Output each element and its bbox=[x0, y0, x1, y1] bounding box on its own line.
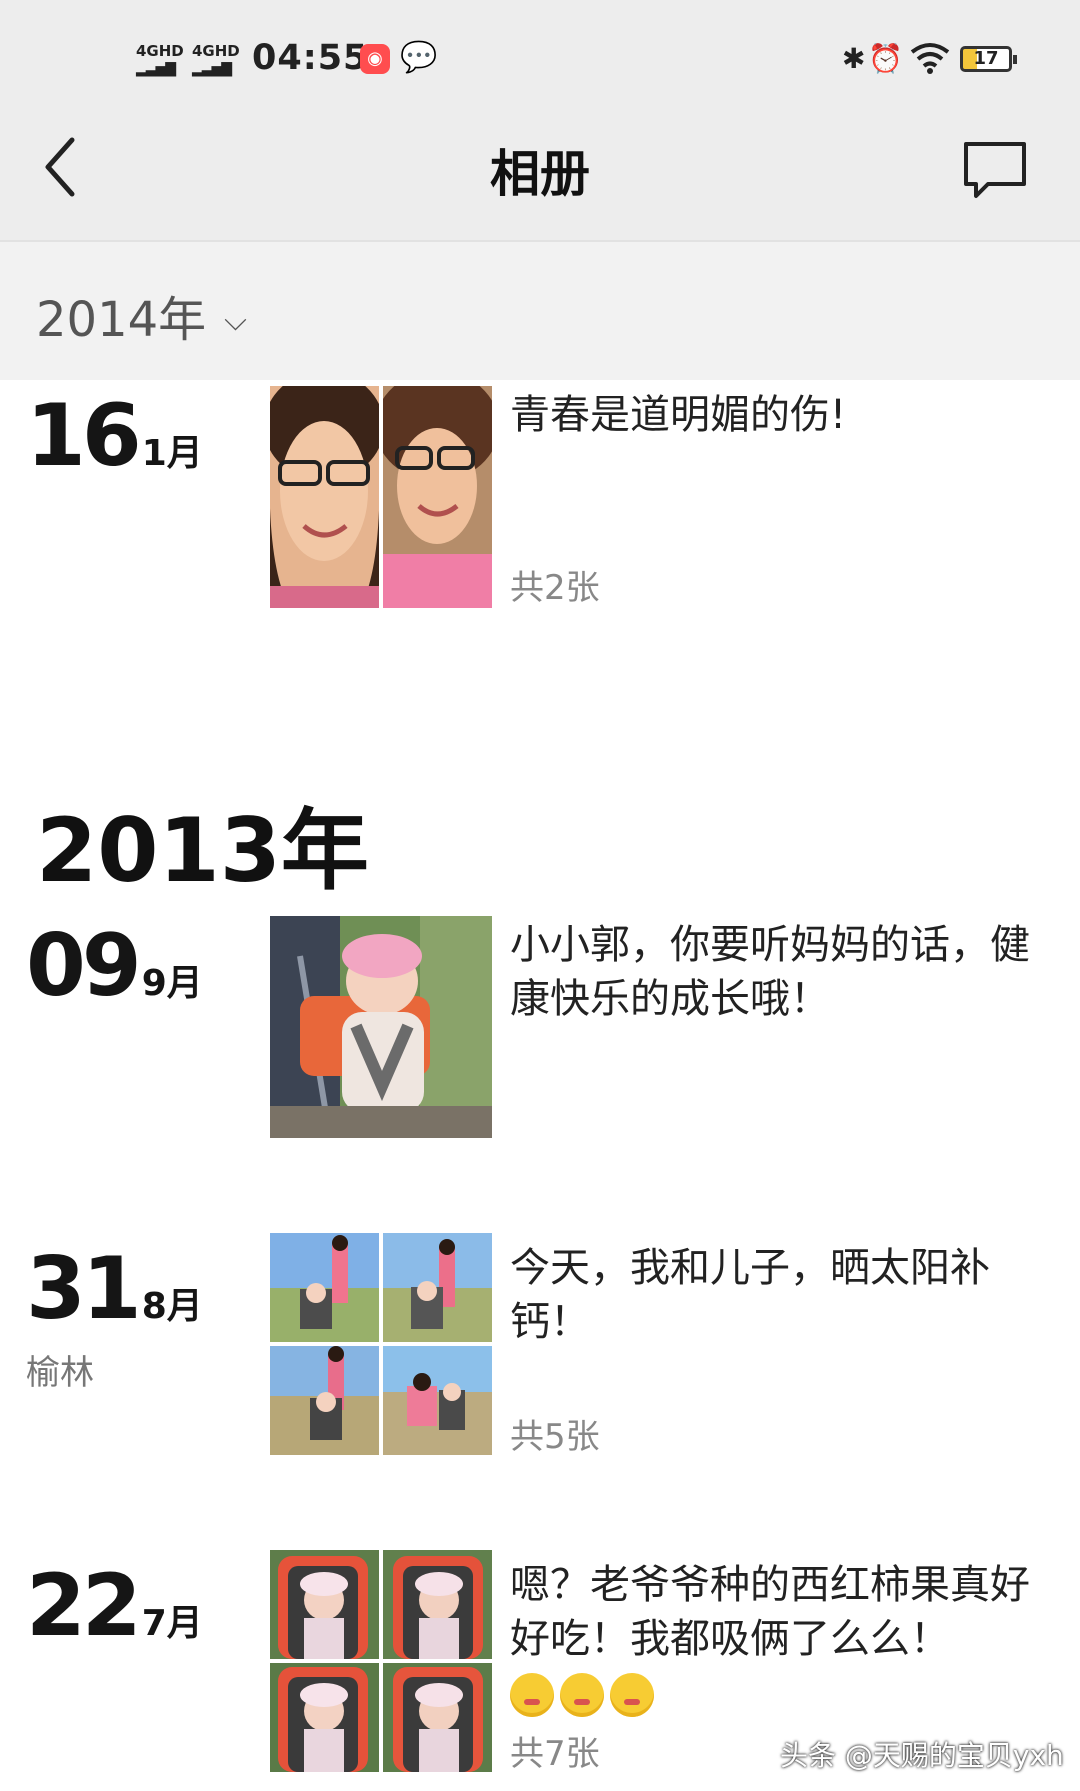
watermark: 头条 @天赐的宝贝yxh bbox=[780, 1739, 1064, 1772]
entry-date: 31 8月 bbox=[26, 1239, 203, 1339]
signal-2: 4GHD ▂▃▅▇ bbox=[192, 44, 240, 77]
photo-thumb[interactable] bbox=[383, 1346, 492, 1455]
year-dropdown[interactable]: 2014年 ⌵ bbox=[36, 280, 247, 350]
battery-icon: 17 bbox=[960, 46, 1017, 72]
chat-bubble-icon bbox=[964, 142, 1026, 198]
year-heading: 2013年 bbox=[36, 799, 369, 902]
album-entry[interactable]: 16 1月 青春是道明媚的伤! 共2张 bbox=[0, 380, 1080, 620]
entry-date: 16 1月 bbox=[26, 386, 203, 486]
entry-month: 1月 bbox=[141, 433, 203, 474]
photo-thumbnails[interactable] bbox=[270, 386, 492, 608]
year-filter-bar: 2014年 ⌵ bbox=[0, 242, 1080, 380]
photo-count: 共7张 bbox=[510, 1734, 600, 1774]
entry-month: 8月 bbox=[141, 1286, 203, 1327]
clock: 04:55 bbox=[252, 38, 369, 78]
wechat-icon: 💬 bbox=[400, 40, 438, 75]
alarm-icon: ⏰ bbox=[868, 42, 903, 75]
top-bar: 4GHD ▂▃▅▇ 4GHD ▂▃▅▇ 04:55 ◉ 💬 ✱ ⏰ 17 相册 bbox=[0, 0, 1080, 242]
signal-1-label: 4GHD bbox=[136, 42, 184, 60]
album-entry[interactable]: 09 9月 小小郭，你要听妈妈的话，健康快乐的成长哦！ bbox=[0, 910, 1080, 1150]
entry-location: 榆林 bbox=[26, 1353, 94, 1393]
photo-thumbnails[interactable] bbox=[270, 916, 492, 1138]
entry-month: 9月 bbox=[141, 963, 203, 1004]
smile-emoji-icon bbox=[560, 1673, 604, 1717]
entry-day: 16 bbox=[26, 386, 142, 486]
entry-caption-text: 嗯？老爷爷种的西红柿果真好好吃！我都吸俩了么么！ bbox=[510, 1562, 1030, 1662]
page-title: 相册 bbox=[490, 145, 590, 203]
photo-count: 共5张 bbox=[510, 1417, 600, 1457]
entry-day: 22 bbox=[26, 1556, 142, 1656]
status-bar: 4GHD ▂▃▅▇ 4GHD ▂▃▅▇ 04:55 ◉ 💬 ✱ ⏰ 17 bbox=[0, 30, 1080, 90]
entry-date: 22 7月 bbox=[26, 1556, 203, 1656]
smile-emoji-icon bbox=[610, 1673, 654, 1717]
chevron-down-icon: ⌵ bbox=[224, 303, 247, 338]
photo-thumb[interactable] bbox=[270, 1346, 379, 1455]
photo-thumb[interactable] bbox=[383, 1233, 492, 1342]
photo-thumb[interactable] bbox=[383, 386, 492, 608]
photo-thumbnails[interactable] bbox=[270, 1550, 492, 1772]
bluetooth-icon: ✱ bbox=[842, 42, 866, 75]
wifi-icon bbox=[910, 42, 950, 81]
entry-caption: 今天，我和儿子，晒太阳补钙！ bbox=[510, 1245, 990, 1345]
smile-emoji-icon bbox=[510, 1673, 554, 1717]
signal-2-label: 4GHD bbox=[192, 42, 240, 60]
entry-day: 09 bbox=[26, 916, 142, 1016]
photo-thumb[interactable] bbox=[383, 1550, 492, 1659]
photo-thumb[interactable] bbox=[270, 1550, 379, 1659]
photo-thumb[interactable] bbox=[383, 1663, 492, 1772]
entry-caption: 青春是道明媚的伤! bbox=[510, 392, 847, 438]
photo-thumbnails[interactable] bbox=[270, 1233, 492, 1455]
photo-thumb[interactable] bbox=[270, 1663, 379, 1772]
entry-caption: 嗯？老爷爷种的西红柿果真好好吃！我都吸俩了么么！ bbox=[510, 1558, 1040, 1720]
entry-caption: 小小郭，你要听妈妈的话，健康快乐的成长哦！ bbox=[510, 922, 1030, 1022]
message-button[interactable] bbox=[962, 140, 1028, 200]
album-entry[interactable]: 31 8月 榆林 今天，我和儿子，晒太阳补钙！ 共5张 bbox=[0, 1233, 1080, 1473]
year-dropdown-label: 2014年 bbox=[36, 292, 207, 348]
entry-month: 7月 bbox=[141, 1603, 203, 1644]
photo-thumb[interactable] bbox=[270, 386, 379, 608]
entry-date: 09 9月 bbox=[26, 916, 203, 1016]
photo-count: 共2张 bbox=[510, 568, 600, 608]
signal-1: 4GHD ▂▃▅▇ bbox=[136, 44, 184, 77]
signal-bars-icon: ▂▃▅▇ bbox=[136, 61, 176, 77]
entry-day: 31 bbox=[26, 1239, 142, 1339]
app-notification-icon: ◉ bbox=[360, 44, 390, 74]
photo-thumb[interactable] bbox=[270, 916, 492, 1138]
photo-thumb[interactable] bbox=[270, 1233, 379, 1342]
signal-bars-icon: ▂▃▅▇ bbox=[192, 61, 232, 77]
